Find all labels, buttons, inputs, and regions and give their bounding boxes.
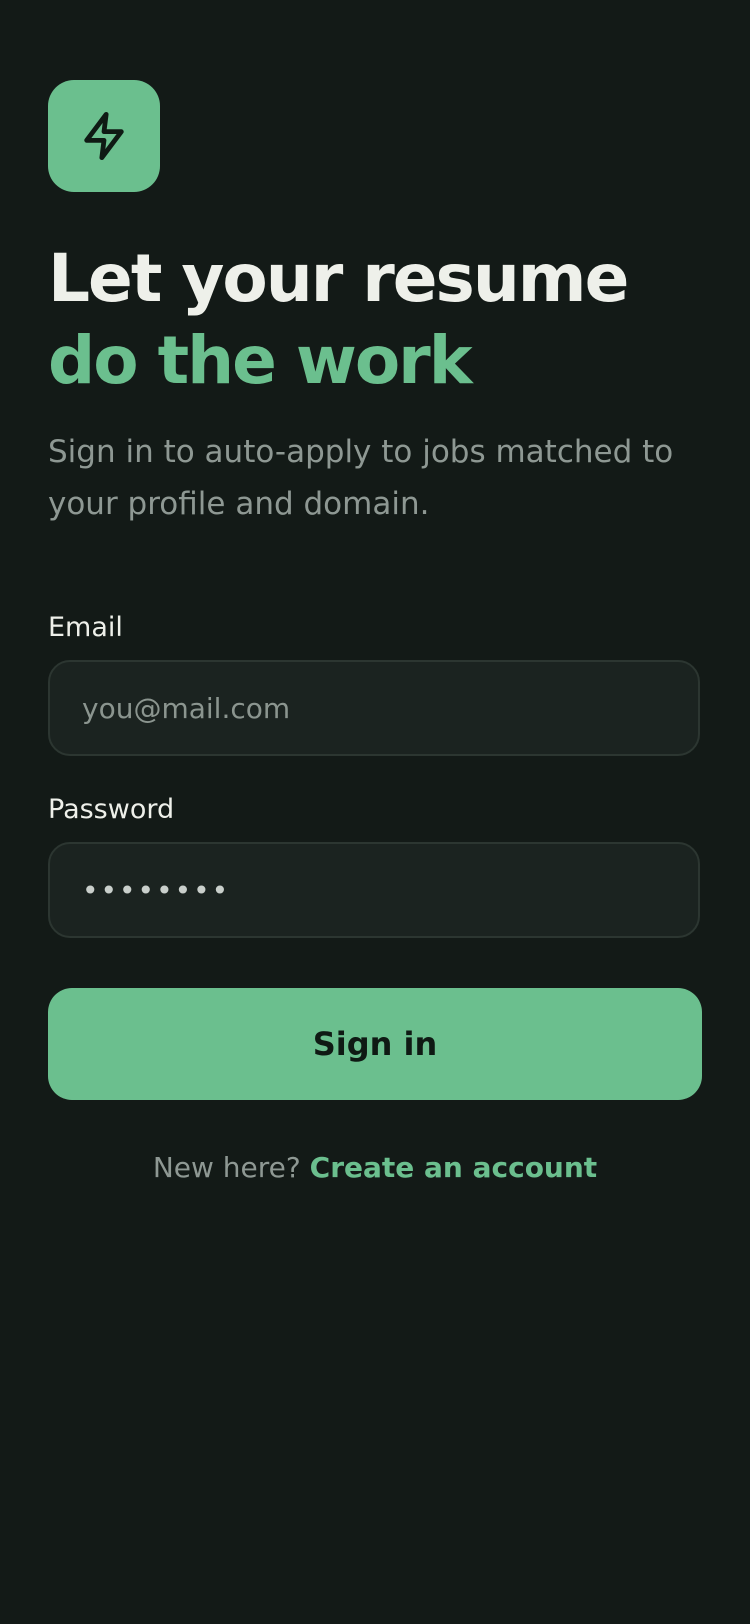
signup-prompt-text: New here?	[152, 1151, 301, 1184]
title-line-primary: Let your resume	[48, 240, 629, 317]
page-title: Let your resume do the work	[48, 238, 708, 402]
password-label: Password	[48, 794, 175, 825]
app-logo	[48, 80, 160, 192]
title-line-accent: do the work	[48, 322, 473, 399]
lightning-bolt-icon	[84, 111, 124, 161]
create-account-link[interactable]: Create an account	[310, 1151, 598, 1184]
password-field[interactable]	[48, 842, 700, 938]
signup-prompt: New here? Create an account	[0, 1148, 750, 1188]
email-field[interactable]	[48, 660, 700, 756]
sign-in-button[interactable]: Sign in	[48, 988, 702, 1100]
page-subtitle: Sign in to auto-apply to jobs matched to…	[48, 434, 674, 522]
email-label: Email	[48, 612, 123, 643]
